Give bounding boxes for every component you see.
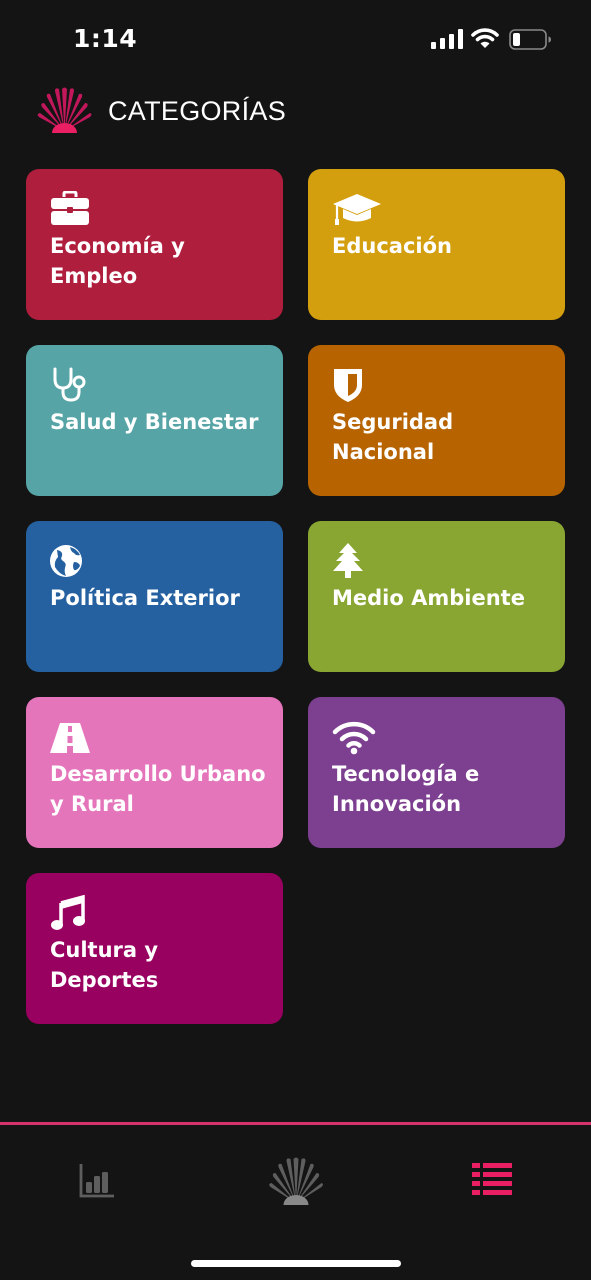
category-card-tecnologia[interactable]: Tecnología e Innovación (308, 697, 565, 848)
battery-icon (509, 29, 551, 50)
category-label: Economía y Empleo (50, 234, 185, 288)
list-icon (472, 1163, 512, 1195)
cellular-signal-icon (431, 29, 463, 49)
category-card-cultura[interactable]: Cultura y Deportes (26, 873, 283, 1024)
shield-icon (334, 369, 362, 402)
category-card-desarrollo[interactable]: Desarrollo Urbano y Rural (26, 697, 283, 848)
category-card-educacion[interactable]: Educación (308, 169, 565, 320)
tree-icon (333, 543, 363, 578)
page-header: CATEGORÍAS (36, 86, 286, 136)
fan-shell-logo-icon (269, 1157, 323, 1205)
category-card-politica[interactable]: Política Exterior (26, 521, 283, 672)
bottom-nav-divider (0, 1122, 591, 1125)
category-card-seguridad[interactable]: Seguridad Nacional (308, 345, 565, 496)
category-label: Seguridad Nacional (332, 410, 454, 464)
status-time: 1:14 (73, 24, 138, 53)
category-label: Educación (332, 234, 452, 258)
category-label: Desarrollo Urbano y Rural (50, 762, 266, 816)
wifi-icon (332, 721, 376, 755)
briefcase-icon (51, 191, 89, 225)
graduation-cap-icon (333, 194, 381, 225)
globe-icon (50, 545, 82, 577)
bar-chart-icon (79, 1164, 114, 1198)
category-label: Cultura y Deportes (50, 938, 159, 992)
status-bar: 1:14 (0, 0, 591, 80)
road-icon (50, 723, 90, 753)
category-label: Política Exterior (50, 586, 240, 610)
category-card-medio-ambiente[interactable]: Medio Ambiente (308, 521, 565, 672)
music-note-icon (51, 895, 85, 930)
nav-home-button[interactable] (265, 1157, 327, 1209)
page-title: CATEGORÍAS (108, 95, 287, 126)
category-card-economia[interactable]: Economía y Empleo (26, 169, 283, 320)
home-indicator[interactable] (191, 1260, 401, 1267)
stethoscope-icon (53, 367, 86, 402)
nav-stats-button[interactable] (79, 1162, 115, 1202)
fan-shell-logo-icon (37, 87, 92, 133)
nav-categories-button[interactable] (472, 1163, 512, 1199)
wifi-status-icon (471, 28, 499, 48)
category-label: Tecnología e Innovación (332, 762, 480, 816)
category-card-salud[interactable]: Salud y Bienestar (26, 345, 283, 496)
category-label: Medio Ambiente (332, 586, 525, 610)
category-label: Salud y Bienestar (50, 410, 259, 434)
